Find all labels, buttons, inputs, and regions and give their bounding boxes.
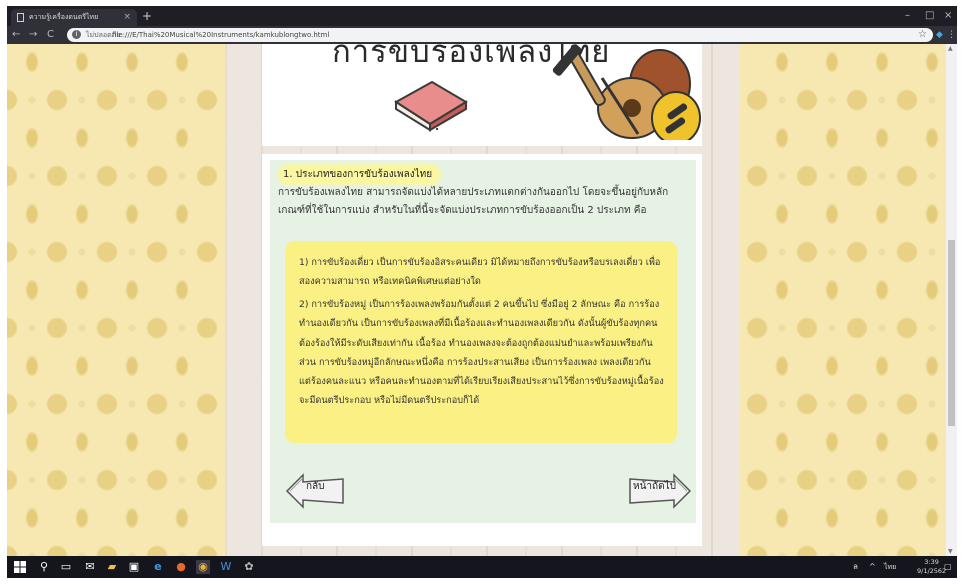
next-label: หน้าถัดไป [633, 481, 676, 492]
bookmark-star-icon[interactable]: ☆ [918, 28, 927, 42]
forward-nav-button[interactable]: → [29, 28, 37, 42]
menu-icon[interactable]: ⋮ [947, 28, 956, 42]
url-text[interactable]: file:///E/Thai%20Musical%20Instruments/k… [112, 28, 329, 42]
dot-mark [436, 128, 438, 130]
chrome-icon[interactable]: ◉ [196, 560, 210, 574]
lesson-panel: 1. ประเภทของการขับร้องเพลงไทย การขับร้อง… [270, 160, 696, 523]
file-explorer-icon[interactable]: ▰ [105, 560, 119, 574]
mail-icon[interactable]: ✉ [83, 560, 97, 574]
page-viewport: การขับร้องเพลงไทย 1. ประเภทของการขับร้อง… [7, 44, 946, 556]
vertical-scrollbar[interactable]: ▲ ▼ [946, 44, 957, 556]
clock-time: 3:39 [924, 558, 939, 566]
next-page-button[interactable]: หน้าถัดไป [628, 473, 692, 513]
group-singing-paragraph: 2) การขับร้องหมู่ เป็นการร้องเพลงพร้อมกั… [299, 299, 664, 407]
intro-paragraph: การขับร้องเพลงไทย สามารถจัดแบ่งได้หลายปร… [278, 187, 669, 216]
app-icon[interactable]: ✿ [242, 560, 256, 574]
edge-icon[interactable]: e [151, 560, 165, 574]
network-icon[interactable]: ล [853, 562, 858, 572]
solo-singing-paragraph: 1) การขับร้องเดี่ยว เป็นการขับร้องอิสระค… [299, 257, 661, 288]
page-icon [17, 13, 24, 22]
minimize-button[interactable]: – [905, 9, 910, 23]
scroll-up-arrow-icon[interactable]: ▲ [948, 45, 953, 52]
address-bar[interactable]: i ไม่ปลอดภัย file:///E/Thai%20Musical%20… [67, 28, 933, 42]
instruments-illustration [552, 44, 701, 140]
reload-button[interactable]: C [47, 28, 54, 42]
word-icon[interactable]: W [219, 560, 233, 574]
browser-tab-bar: ความรู้เครื่องดนตรีไทย × + – □ × [7, 6, 957, 26]
search-icon[interactable]: ⚲ [37, 560, 51, 574]
book-illustration [394, 80, 468, 132]
detail-box: 1) การขับร้องเดี่ยว เป็นการขับร้องอิสระค… [285, 241, 677, 443]
browser-toolbar: ← → C i ไม่ปลอดภัย file:///E/Thai%20Musi… [7, 26, 957, 44]
clock-date: 9/1/2562 [917, 567, 947, 575]
screen: ความรู้เครื่องดนตรีไทย × + – □ × ← → C i… [7, 6, 957, 578]
extension-icon[interactable]: ◆ [936, 28, 943, 42]
scroll-down-arrow-icon[interactable]: ▼ [948, 548, 953, 555]
tray-expand-icon[interactable]: ^ [869, 562, 876, 572]
task-view-icon[interactable]: ▭ [59, 560, 73, 574]
clock[interactable]: 3:39 9/1/2562 [917, 558, 946, 576]
window-close-button[interactable]: × [944, 9, 952, 23]
back-label: กลับ [306, 481, 325, 492]
maximize-button[interactable]: □ [925, 9, 934, 23]
content-card: 1. ประเภทของการขับร้องเพลงไทย การขับร้อง… [262, 154, 702, 546]
back-nav-button[interactable]: ← [12, 28, 20, 42]
tab-title: ความรู้เครื่องดนตรีไทย [29, 13, 99, 21]
firefox-icon[interactable]: ● [174, 560, 188, 574]
info-icon[interactable]: i [72, 30, 81, 39]
scroll-thumb[interactable] [948, 240, 955, 426]
notification-icon[interactable]: ▢ [944, 562, 952, 572]
header-banner: การขับร้องเพลงไทย [262, 44, 702, 146]
back-button[interactable]: กลับ [285, 473, 345, 513]
windows-start-icon[interactable] [13, 560, 27, 574]
section-heading: 1. ประเภทของการขับร้องเพลงไทย [280, 166, 440, 183]
windows-taskbar: ⚲ ▭ ✉ ▰ ▣ e ● ◉ W ✿ ล ^ ไทย 3:39 9/1/256… [7, 556, 957, 578]
browser-tab[interactable]: ความรู้เครื่องดนตรีไทย × [11, 9, 137, 26]
language-indicator[interactable]: ไทย [884, 562, 896, 572]
store-icon[interactable]: ▣ [127, 560, 141, 574]
new-tab-button[interactable]: + [142, 8, 152, 24]
tab-close-button[interactable]: × [123, 9, 131, 26]
